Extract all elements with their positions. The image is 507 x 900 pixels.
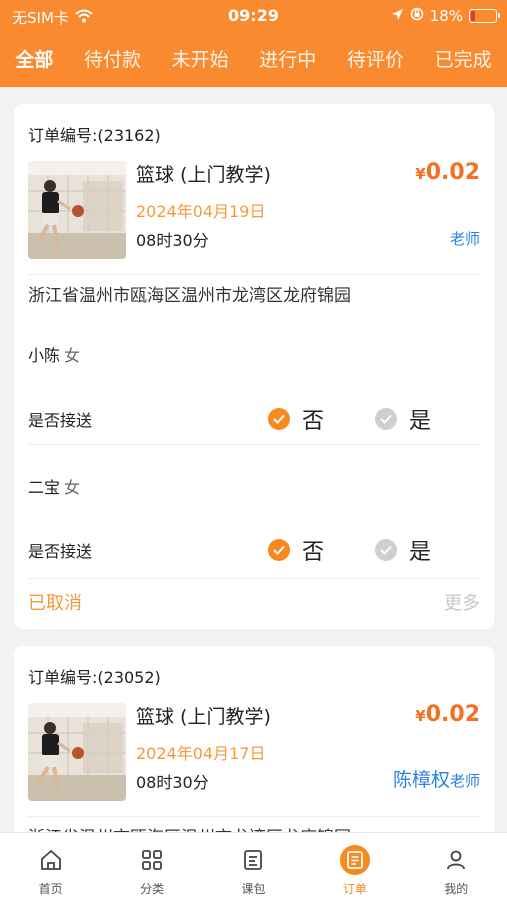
order-list[interactable]: 订单编号:(23162) 篮球 (上门教学) ¥0.02 2024年04月19日… <box>0 87 507 832</box>
student-gender: 女 <box>64 478 81 497</box>
check-icon <box>375 539 397 561</box>
price-value: 0.02 <box>425 702 480 727</box>
tab-pending-payment[interactable]: 待付款 <box>84 45 141 72</box>
teacher[interactable]: 老师 <box>450 227 480 249</box>
bottom-nav: 首页 分类 课包 订单 我的 <box>0 832 507 900</box>
nav-orders-label: 订单 <box>342 882 367 896</box>
user-icon <box>441 845 471 875</box>
tab-pending-review[interactable]: 待评价 <box>347 45 404 72</box>
teacher-name: 陈樟权 <box>392 769 450 791</box>
course-date: 2024年04月19日 <box>136 202 266 221</box>
divider <box>28 578 480 579</box>
price: ¥0.02 <box>415 160 480 185</box>
address: 浙江省温州市瓯海区温州市龙湾区龙府锦园 <box>28 286 351 306</box>
status-bar: 无SIM卡 09:29 18% <box>0 0 507 32</box>
nav-category-label: 分类 <box>140 882 165 896</box>
student-info: 二宝女 <box>28 474 80 498</box>
order-number: 订单编号:(23052) <box>28 668 161 687</box>
nav-home[interactable]: 首页 <box>11 833 91 900</box>
student-info: 小陈女 <box>28 342 80 366</box>
battery-charging-icon <box>469 9 500 23</box>
nav-profile-label: 我的 <box>444 882 469 896</box>
course-title: 篮球 (上门教学) <box>136 706 271 728</box>
pickup-yes-option[interactable]: 是 <box>375 403 431 435</box>
header: 无SIM卡 09:29 18% 全部 待付款 未开始 进行中 待评价 已完成 <box>0 0 507 87</box>
course-thumbnail[interactable] <box>28 703 126 801</box>
pickup-yes-label: 是 <box>409 540 432 565</box>
nav-home-label: 首页 <box>38 882 63 896</box>
course-thumbnail[interactable] <box>28 161 126 259</box>
course-title: 篮球 (上门教学) <box>136 164 271 186</box>
teacher-role: 老师 <box>449 772 480 790</box>
teacher[interactable]: 陈樟权老师 <box>393 765 480 792</box>
nav-package-label: 课包 <box>241 882 266 896</box>
battery-level <box>471 11 475 21</box>
pickup-label: 是否接送 <box>28 542 93 561</box>
status-right: 18% <box>391 7 500 25</box>
course-time: 08时30分 <box>136 773 209 792</box>
pickup-yes-label: 是 <box>409 409 432 434</box>
pickup-no-label: 否 <box>302 409 325 434</box>
check-icon <box>375 408 397 430</box>
home-icon <box>36 845 66 875</box>
course-time: 08时30分 <box>136 231 209 250</box>
check-icon <box>268 539 290 561</box>
divider <box>28 444 480 445</box>
order-number: 订单编号:(23162) <box>28 126 161 145</box>
price: ¥0.02 <box>415 702 480 727</box>
student-gender: 女 <box>64 346 81 365</box>
tab-not-started[interactable]: 未开始 <box>172 45 229 72</box>
tab-completed[interactable]: 已完成 <box>435 45 492 72</box>
divider <box>28 274 480 275</box>
pickup-yes-option[interactable]: 是 <box>375 534 431 566</box>
pickup-no-label: 否 <box>302 540 325 565</box>
nav-category[interactable]: 分类 <box>112 833 192 900</box>
nav-orders[interactable]: 订单 <box>315 833 395 900</box>
order-icon <box>339 845 370 875</box>
divider <box>28 816 480 817</box>
battery-percent: 18% <box>429 7 463 25</box>
grid-icon <box>137 845 167 875</box>
currency-symbol: ¥ <box>415 707 426 725</box>
student-name: 二宝 <box>28 478 61 497</box>
order-status: 已取消 <box>28 593 82 614</box>
pickup-label: 是否接送 <box>28 411 93 430</box>
location-icon <box>391 7 404 25</box>
pickup-no-option[interactable]: 否 <box>268 403 324 435</box>
more-button[interactable]: 更多 <box>444 589 480 615</box>
student-name: 小陈 <box>28 346 61 365</box>
check-icon <box>268 408 290 430</box>
order-tabs: 全部 待付款 未开始 进行中 待评价 已完成 <box>0 38 507 78</box>
tab-all[interactable]: 全部 <box>15 45 53 72</box>
nav-package[interactable]: 课包 <box>213 833 293 900</box>
nav-profile[interactable]: 我的 <box>416 833 496 900</box>
order-card[interactable]: 订单编号:(23162) 篮球 (上门教学) ¥0.02 2024年04月19日… <box>14 104 494 629</box>
teacher-role: 老师 <box>449 230 480 248</box>
currency-symbol: ¥ <box>415 165 426 183</box>
pickup-no-option[interactable]: 否 <box>268 534 324 566</box>
orientation-lock-icon <box>410 7 424 25</box>
tab-in-progress[interactable]: 进行中 <box>259 45 316 72</box>
order-card[interactable]: 订单编号:(23052) 篮球 (上门教学) ¥0.02 2024年04月17日… <box>14 646 494 832</box>
address: 浙江省温州市瓯海区温州市龙湾区龙府锦园 <box>28 823 351 832</box>
course-date: 2024年04月17日 <box>136 744 266 763</box>
package-icon <box>238 845 268 875</box>
price-value: 0.02 <box>425 160 480 185</box>
